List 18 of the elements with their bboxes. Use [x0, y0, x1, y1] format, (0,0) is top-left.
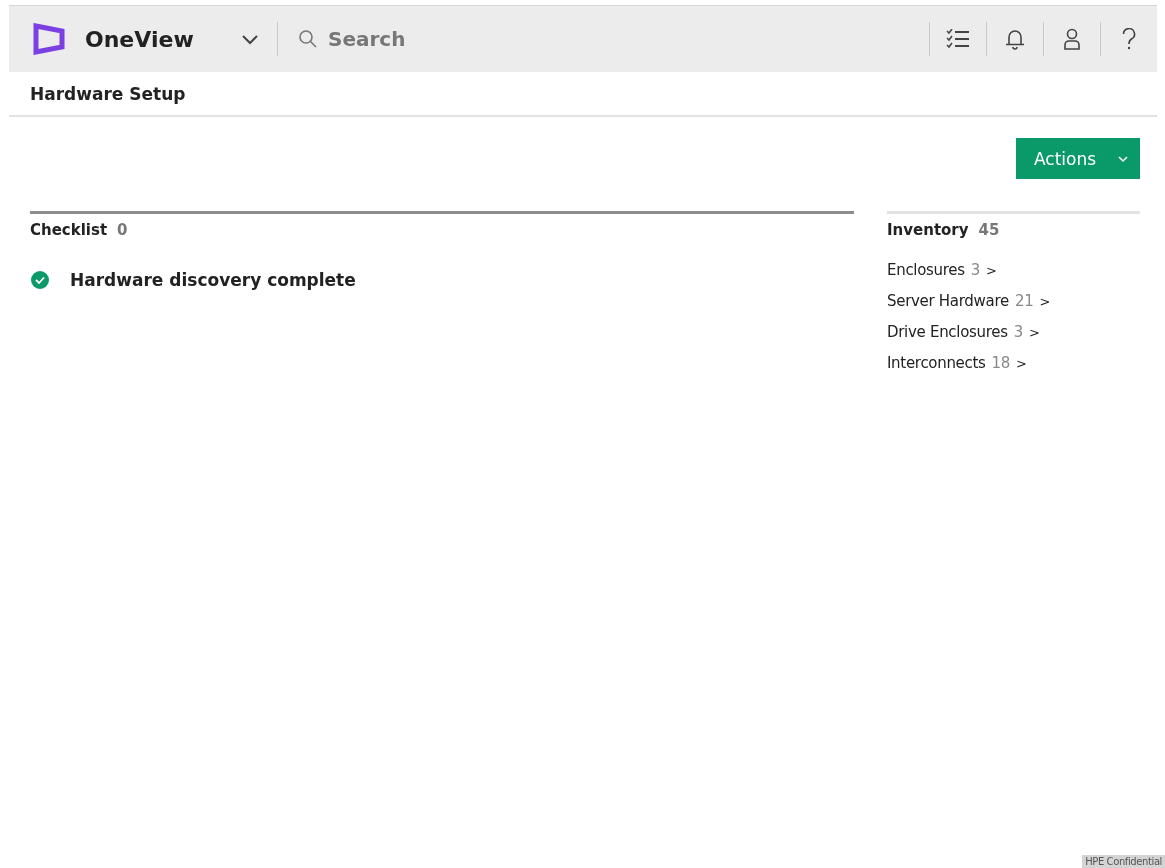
count: 45: [978, 221, 1000, 239]
inventory-link[interactable]: Server Hardware 21 >: [887, 292, 1050, 310]
search-icon: [298, 29, 318, 49]
search-field[interactable]: Search: [326, 26, 630, 52]
inventory-link[interactable]: Drive Enclosures 3 >: [887, 323, 1040, 341]
section-title: Inventory: [887, 221, 969, 239]
chevron-down-icon: [1118, 154, 1128, 163]
actions-button[interactable]: Actions: [1016, 138, 1140, 179]
count: 0: [117, 221, 128, 239]
product-name: OneView: [85, 26, 195, 52]
checklist-item: Hardware discovery complete: [70, 270, 356, 290]
inventory-link[interactable]: Interconnects 18 >: [887, 354, 1027, 372]
confidential-label: HPE Confidential: [1082, 855, 1165, 868]
section-title: Checklist: [30, 221, 108, 239]
inventory-link[interactable]: Enclosures 3 >: [887, 261, 997, 279]
page-title: Hardware Setup: [30, 83, 186, 104]
chevron-down-icon[interactable]: [241, 33, 259, 45]
logo-icon: [33, 23, 65, 55]
